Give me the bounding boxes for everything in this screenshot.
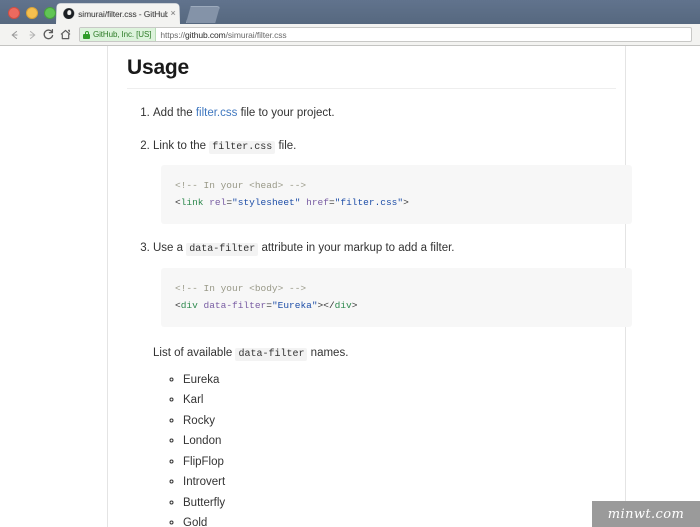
filter-name-item: Eureka bbox=[183, 372, 616, 389]
code-token-punct: > bbox=[403, 196, 409, 208]
step-1-prefix: Add the bbox=[153, 107, 196, 119]
code-token-tag: div bbox=[180, 299, 198, 311]
security-badge-label: GitHub, Inc. [US] bbox=[93, 30, 152, 39]
code-token-tag: link bbox=[180, 196, 204, 208]
tab-title: simurai/filter.css - GitHub bbox=[78, 8, 168, 19]
step-3-suffix: attribute in your markup to add a filter… bbox=[258, 242, 455, 255]
browser-tab-active[interactable]: simurai/filter.css - GitHub × bbox=[56, 3, 180, 24]
minimize-window-button[interactable] bbox=[26, 7, 38, 19]
arrow-right-icon bbox=[28, 30, 35, 39]
watermark-label: minwt.com bbox=[607, 506, 685, 522]
code-comment: <!-- In your <head> --> bbox=[175, 180, 307, 192]
step-2-code: filter.css bbox=[209, 140, 276, 154]
list-intro-suffix: names. bbox=[307, 347, 349, 360]
page-title: Usage bbox=[127, 46, 616, 89]
filter-name-item: London bbox=[183, 433, 616, 450]
usage-step-1: Add the filter.css file to your project. bbox=[153, 105, 616, 122]
code-token-tag: div bbox=[334, 299, 352, 311]
site-security-badge[interactable]: GitHub, Inc. [US] bbox=[80, 28, 157, 41]
step-3-code: data-filter bbox=[186, 243, 259, 257]
code-block-body: <!-- In your <body> --> <div data-filter… bbox=[161, 267, 632, 328]
filter-name-item: Introvert bbox=[183, 474, 616, 491]
usage-step-3: Use a data-filter attribute in your mark… bbox=[153, 240, 632, 328]
close-icon[interactable]: × bbox=[167, 8, 176, 18]
forward-button[interactable] bbox=[23, 26, 40, 43]
back-button[interactable] bbox=[6, 26, 23, 43]
lock-icon bbox=[83, 30, 90, 39]
list-intro-code: data-filter bbox=[235, 348, 308, 362]
filter-name-item: Karl bbox=[183, 392, 616, 409]
code-token-str: "stylesheet" bbox=[232, 196, 301, 208]
reload-button[interactable] bbox=[40, 26, 57, 43]
arrow-left-icon bbox=[11, 30, 18, 39]
usage-step-2: Link to the filter.css file. <!-- In you… bbox=[153, 138, 632, 225]
github-mark-icon bbox=[63, 8, 75, 20]
filter-list-intro: List of available data-filter names. bbox=[153, 345, 616, 363]
url-input[interactable]: https://github.com/simurai/filter.css bbox=[156, 30, 286, 40]
code-token-punct: </ bbox=[323, 299, 335, 311]
url-path: /simurai/filter.css bbox=[225, 29, 287, 40]
home-button[interactable] bbox=[57, 26, 74, 43]
usage-steps: Add the filter.css file to your project.… bbox=[127, 105, 632, 328]
url-host: github.com bbox=[185, 29, 226, 40]
code-token-str: "filter.css" bbox=[334, 196, 404, 208]
step-2-prefix: Link to the bbox=[153, 139, 210, 152]
filter-name-item: Rocky bbox=[183, 413, 616, 430]
reload-icon bbox=[43, 28, 54, 40]
new-tab-button[interactable] bbox=[186, 6, 220, 23]
watermark: minwt.com bbox=[592, 501, 700, 527]
code-token-attr: href bbox=[306, 196, 329, 208]
code-token-attr: data-filter bbox=[203, 299, 267, 311]
filter-name-item: FlipFlop bbox=[183, 454, 616, 471]
zoom-window-button[interactable] bbox=[44, 7, 56, 19]
step-3-prefix: Use a bbox=[153, 242, 187, 255]
code-block-wrapper-body: <!-- In your <body> --> <div data-filter… bbox=[161, 267, 632, 328]
home-icon bbox=[60, 29, 71, 40]
code-token-str: "Eureka" bbox=[271, 299, 318, 311]
code-token-punct: > bbox=[351, 299, 358, 311]
tab-strip: simurai/filter.css - GitHub × bbox=[0, 0, 700, 24]
readme-content: Usage Add the filter.css file to your pr… bbox=[127, 46, 632, 527]
address-bar[interactable]: GitHub, Inc. [US] https://github.com/sim… bbox=[79, 27, 692, 42]
code-block-wrapper-head: <!-- In your <head> --> <link rel="style… bbox=[161, 165, 632, 225]
step-1-suffix: file to your project. bbox=[237, 107, 335, 119]
browser-toolbar: GitHub, Inc. [US] https://github.com/sim… bbox=[0, 24, 700, 46]
list-intro-prefix: List of available bbox=[153, 347, 236, 360]
code-tokens-body: <div data-filter="Eureka"></div> bbox=[175, 300, 357, 311]
filter-css-link[interactable]: filter.css bbox=[196, 107, 238, 119]
filter-name-item: Butterfly bbox=[183, 495, 616, 512]
content-left-border bbox=[107, 46, 108, 527]
browser-window: simurai/filter.css - GitHub × GitHub, In… bbox=[0, 0, 700, 527]
code-block-head: <!-- In your <head> --> <link rel="style… bbox=[161, 165, 632, 225]
url-scheme: https:// bbox=[160, 29, 186, 40]
window-controls bbox=[8, 7, 56, 19]
code-tokens-head: <link rel="stylesheet" href="filter.css"… bbox=[175, 197, 409, 208]
step-2-suffix: file. bbox=[275, 139, 297, 152]
code-comment: <!-- In your <body> --> bbox=[175, 282, 307, 294]
page-viewport: Usage Add the filter.css file to your pr… bbox=[0, 46, 700, 527]
code-token-attr: rel bbox=[209, 196, 227, 208]
close-window-button[interactable] bbox=[8, 7, 20, 19]
filter-name-item: Gold bbox=[183, 515, 616, 527]
filter-names-list: Eureka Karl Rocky London FlipFlop Introvert Bu… bbox=[127, 372, 616, 527]
